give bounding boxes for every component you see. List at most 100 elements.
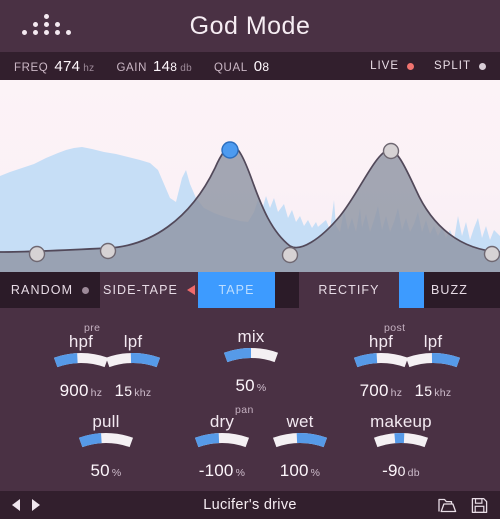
preset-nav[interactable] [12,499,40,511]
knob-value: 15 khz [114,381,152,400]
node-5[interactable] [382,142,400,160]
knob-pull[interactable]: pull 50% [58,412,154,483]
readout-key: QUAL [214,61,248,74]
page-title: God Mode [189,11,311,40]
logo-dot [44,30,49,35]
preset-name: Lucifer's drive [203,497,297,513]
readout-unit: hz [83,62,95,74]
knob-value: 50% [235,376,267,395]
knob-label: wet [286,412,314,431]
knob-label: lpf [423,332,443,351]
knob-arc-fill [194,433,220,448]
readout-value: 08 [253,57,270,75]
tab-label: RANDOM [10,283,74,297]
logo-dot [55,22,60,27]
knob-unit: db [407,467,420,479]
logo-dot [66,30,71,35]
toggle-label: LIVE [370,60,400,72]
tab-buzz[interactable]: BUZZ [399,272,500,308]
knob-label: lpf [123,332,143,351]
node-3[interactable] [221,141,239,159]
knob-label: mix [237,327,265,346]
readout-key: FREQ [14,61,49,74]
knob-lpf-post[interactable]: lpf 15 khz [385,332,481,403]
preset-actions[interactable] [438,497,488,514]
knob-unit: % [256,382,267,394]
knob-unit: khz [134,387,152,399]
control-panel: pre post pan hpf 900 hz lpf 15 khz mix 50% hpf 700 hz… [0,308,500,491]
knob-arc-fill [130,353,161,368]
node-6[interactable] [483,245,500,263]
tab-random[interactable]: RANDOM [0,272,100,308]
prev-arrow-icon[interactable] [12,499,20,511]
status-dot [479,62,486,70]
tab-label: SIDE-TAPE [103,283,178,297]
status-dot [407,62,415,70]
speaker-triangle-icon [186,285,195,295]
toggle-split[interactable]: SPLIT [434,60,486,72]
knob-lpf-pre[interactable]: lpf 15 khz [85,332,181,403]
knob-unit: khz [434,387,452,399]
parameter-group: FREQ 474 hz GAIN 148 db QUAL 08 [14,58,291,75]
logo-dot [44,22,49,27]
knob-arc[interactable] [353,432,449,462]
logo-dot [22,30,27,35]
readout-freq[interactable]: FREQ 474 hz [14,58,94,75]
knob-arc-fill [296,433,328,448]
readout-value: 148 [152,57,178,75]
toggle-live[interactable]: LIVE [370,60,415,72]
knob-unit: % [310,467,321,479]
tab-label: BUZZ [430,283,469,297]
tab-side-tape[interactable]: SIDE-TAPE [100,272,198,308]
logo-dot [33,30,38,35]
eq-curve-display[interactable] [0,80,500,272]
tab-tape[interactable]: TAPE [198,272,275,308]
readout-qual[interactable]: QUAL 08 [214,58,269,75]
toggle-group: LIVE SPLIT [350,60,486,72]
tab-label: RECTIFY [318,283,380,297]
knob-label: makeup [370,412,432,431]
folder-open-icon[interactable] [438,497,457,514]
plugin-window: God Mode FREQ 474 hz GAIN 148 db QUAL 08 LIVE SP… [0,0,500,519]
knob-value: 50% [90,461,122,480]
knob-arc[interactable] [385,352,481,382]
tab-fill-indicator [399,272,425,308]
knob-value: -90 db [382,461,420,480]
logo-dot [55,30,60,35]
tab-status-dot [82,286,90,294]
floppy-save-icon[interactable] [471,497,488,514]
readout-gain[interactable]: GAIN 148 db [116,58,192,75]
next-arrow-icon[interactable] [32,499,40,511]
tab-rectify[interactable]: RECTIFY [299,272,399,308]
knob-wet[interactable]: wet 100% [252,412,348,483]
logo-dot [44,14,49,19]
tab-label: TAPE [218,283,255,297]
preset-bar: Lucifer's drive [0,491,500,519]
node-1[interactable] [28,245,46,263]
knob-mix[interactable]: mix 50% [203,327,299,398]
knob-arc[interactable] [203,347,299,377]
dot-pyramid-logo [22,14,74,38]
knob-arc-fill [53,353,78,368]
logo-dot [33,22,38,27]
knob-arc-fill [431,353,461,368]
mode-tab-bar[interactable]: RANDOM SIDE-TAPE TAPE RECTIFY BUZZ [0,272,500,308]
eq-curve-svg[interactable] [0,80,500,272]
node-2[interactable] [99,242,117,260]
knob-arc[interactable] [58,432,154,462]
readout-value: 474 [54,57,81,75]
node-4[interactable] [281,246,299,264]
tab-spacer-3[interactable] [275,272,299,308]
knob-arc-fill [223,348,252,363]
knob-arc-fill [353,353,378,368]
title-bar: God Mode [0,0,500,52]
knob-label: pull [92,412,120,431]
knob-unit: % [235,467,246,479]
knob-arc[interactable] [85,352,181,382]
knob-makeup[interactable]: makeup -90 db [353,412,449,483]
knob-arc[interactable] [252,432,348,462]
knob-value: 100% [279,461,321,480]
knob-unit: % [111,467,122,479]
knob-value: 15 khz [414,381,452,400]
readout-key: GAIN [116,61,147,74]
